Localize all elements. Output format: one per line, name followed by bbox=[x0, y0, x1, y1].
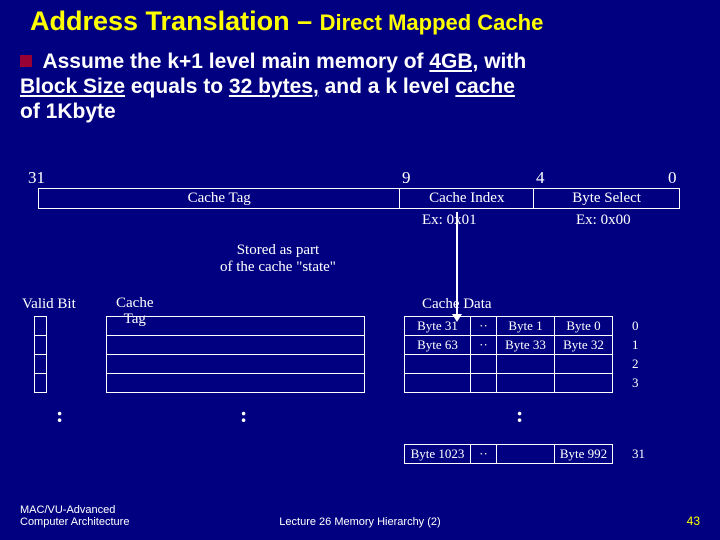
cache-data-last-row: Byte 1023 ·· Byte 992 bbox=[404, 444, 613, 464]
row-num-31: 31 bbox=[632, 446, 645, 462]
slide-title: Address Translation – Direct Mapped Cach… bbox=[0, 0, 720, 37]
data-cell: Byte 63 bbox=[405, 336, 471, 355]
cache-tag-field: Cache Tag bbox=[39, 189, 400, 209]
data-dots: ·· bbox=[471, 336, 497, 355]
slide-number: 43 bbox=[687, 514, 700, 528]
bullet-text: Assume the k+1 level main memory of 4GB,… bbox=[20, 50, 526, 123]
vdots-icon: : bbox=[56, 402, 63, 428]
data-cell: Byte 1023 bbox=[405, 445, 471, 464]
bit-9: 9 bbox=[402, 168, 411, 188]
bit-0: 0 bbox=[668, 168, 677, 188]
bit-31: 31 bbox=[28, 168, 45, 188]
data-cell: Byte 32 bbox=[555, 336, 613, 355]
bit-4: 4 bbox=[536, 168, 545, 188]
bullet-icon bbox=[20, 55, 32, 67]
data-cell: Byte 992 bbox=[555, 445, 613, 464]
row-num-2: 2 bbox=[632, 356, 639, 372]
stored-note: Stored as partof the cache "state" bbox=[220, 242, 336, 275]
cache-data-table: Byte 31 ·· Byte 1 Byte 0 Byte 63 ·· Byte… bbox=[404, 316, 613, 393]
example-byte-select: Ex: 0x00 bbox=[576, 212, 631, 229]
data-cell: Byte 1 bbox=[497, 317, 555, 336]
data-cell bbox=[497, 445, 555, 464]
data-cell: Byte 33 bbox=[497, 336, 555, 355]
footer-center: Lecture 26 Memory Hierarchy (2) bbox=[0, 516, 720, 528]
cache-tag-column bbox=[106, 316, 365, 393]
vdots-icon: : bbox=[240, 402, 247, 428]
row-num-3: 3 bbox=[632, 375, 639, 391]
title-main: Address Translation – bbox=[30, 6, 320, 36]
title-sub: Direct Mapped Cache bbox=[320, 10, 544, 35]
data-cell: Byte 31 bbox=[405, 317, 471, 336]
valid-bit-label: Valid Bit bbox=[22, 296, 76, 313]
cache-data-label: Cache Data bbox=[422, 296, 492, 313]
row-num-1: 1 bbox=[632, 337, 639, 353]
example-cache-index: Ex: 0x01 bbox=[422, 212, 477, 229]
row-num-0: 0 bbox=[632, 318, 639, 334]
cache-index-field: Cache Index bbox=[400, 189, 534, 209]
vdots-icon: : bbox=[516, 402, 523, 428]
address-fields: Cache Tag Cache Index Byte Select bbox=[38, 188, 680, 209]
valid-bit-column bbox=[34, 316, 47, 393]
diagram: 31 9 4 0 Cache Tag Cache Index Byte Sele… bbox=[20, 168, 700, 508]
byte-select-field: Byte Select bbox=[534, 189, 680, 209]
data-dots: ·· bbox=[471, 445, 497, 464]
data-cell: Byte 0 bbox=[555, 317, 613, 336]
bullet-item: Assume the k+1 level main memory of 4GB,… bbox=[0, 37, 720, 125]
data-dots: ·· bbox=[471, 317, 497, 336]
